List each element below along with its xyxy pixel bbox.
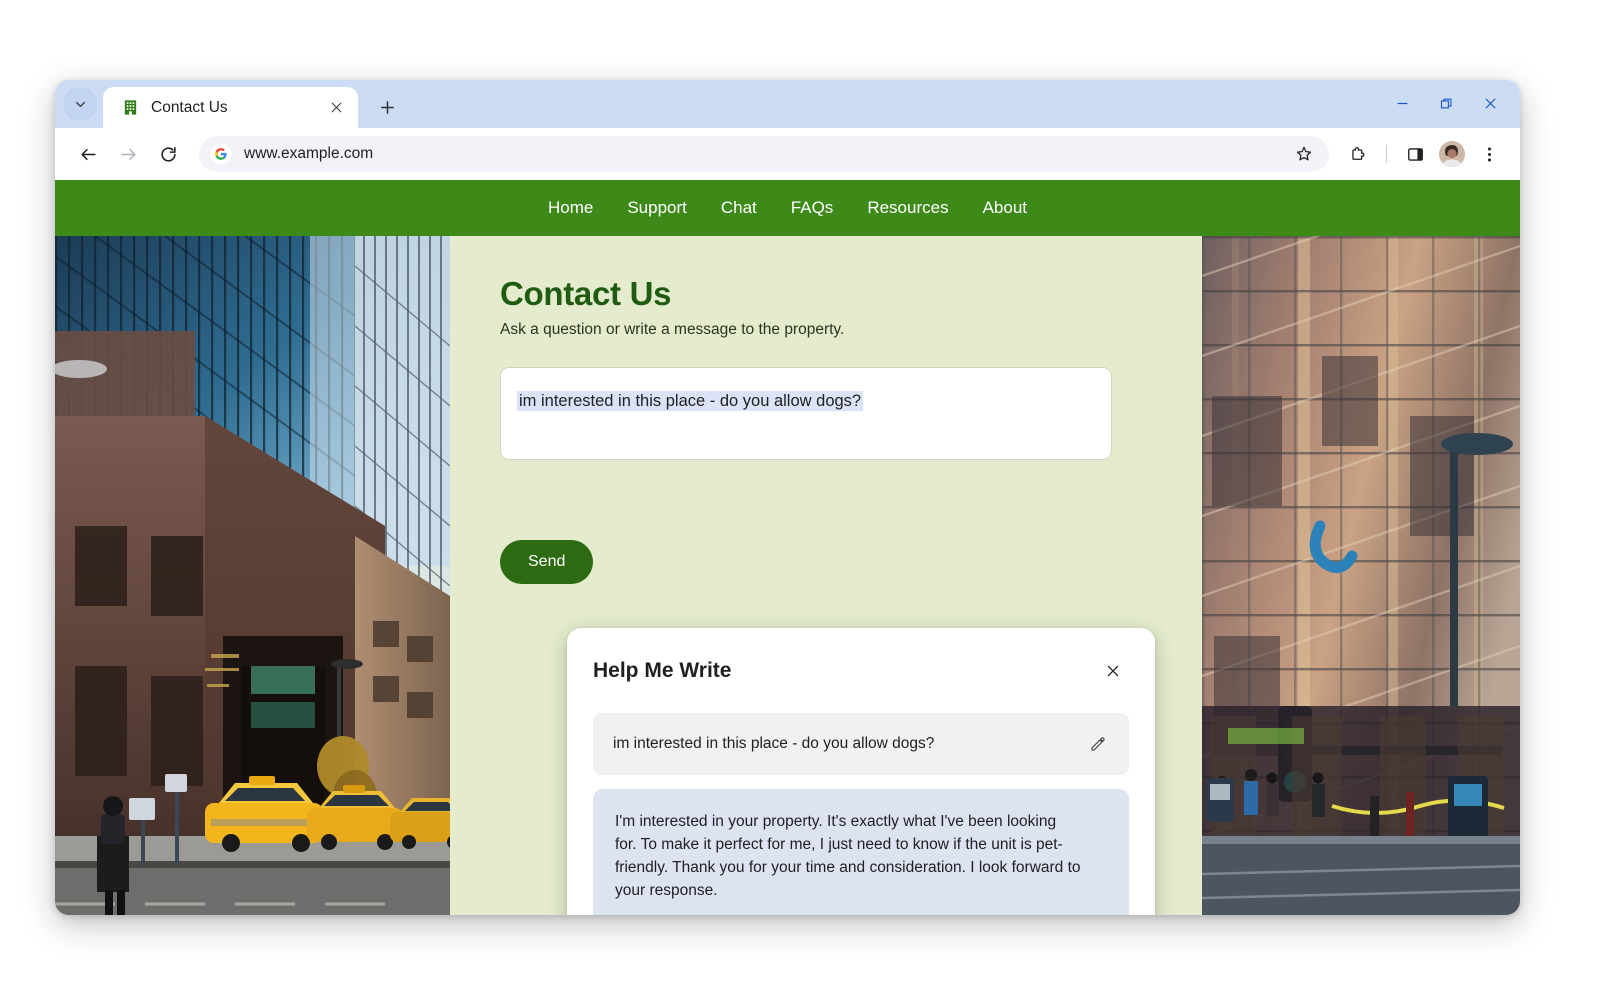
window-close-button[interactable] [1470,86,1510,120]
tab-close-button[interactable] [324,96,348,120]
generated-result-text: I'm interested in your property. It's ex… [615,813,1081,899]
pencil-icon [1091,737,1105,751]
browser-tab-contact-us[interactable]: Contact Us [103,87,358,128]
plus-icon [380,100,394,114]
avatar[interactable] [1439,141,1465,167]
bookmark-star-button[interactable] [1287,137,1321,171]
nav-item-chat[interactable]: Chat [704,198,774,218]
page-title: Contact Us [500,275,672,312]
message-textarea-value: im interested in this place - do you all… [517,391,864,411]
side-panel-icon [1407,147,1423,161]
building-icon [124,100,137,115]
forward-button[interactable] [109,135,147,173]
edit-prompt-button[interactable] [1083,729,1113,759]
tab-search-button[interactable] [63,87,97,121]
close-icon [1107,665,1119,677]
address-bar[interactable]: www.example.com [199,136,1329,172]
window-close-icon [1485,98,1495,108]
nav-item-home[interactable]: Home [531,198,610,218]
message-textarea[interactable]: im interested in this place - do you all… [500,367,1112,460]
nav-item-about[interactable]: About [966,198,1044,218]
reload-icon [160,146,176,162]
page-subtitle: Ask a question or write a message to the… [500,321,845,338]
site-navigation: Home Support Chat FAQs Resources About [55,180,1520,236]
side-panel-button[interactable] [1396,135,1434,173]
city-photo-left [55,236,450,915]
back-arrow-icon [80,148,96,160]
prompt-field[interactable]: im interested in this place - do you all… [593,713,1129,775]
window-controls [1382,86,1510,120]
reload-button[interactable] [149,135,187,173]
forward-arrow-icon [120,148,136,160]
window-restore-button[interactable] [1426,86,1466,120]
window-minimize-button[interactable] [1382,86,1422,120]
minimize-icon [1397,102,1407,104]
google-g-icon [210,143,232,165]
page-viewport: Home Support Chat FAQs Resources About C… [55,180,1520,915]
city-photo-right [1160,236,1520,915]
tab-strip: Contact Us [55,80,1520,128]
extensions-button[interactable] [1339,135,1377,173]
tab-title: Contact Us [151,98,228,116]
dialog-close-button[interactable] [1097,655,1129,687]
nav-item-faqs[interactable]: FAQs [774,198,851,218]
help-me-write-dialog: Help Me Write im interested in this plac… [567,628,1155,915]
dialog-title: Help Me Write [593,659,732,682]
new-tab-button[interactable] [370,90,404,124]
prompt-value: im interested in this place - do you all… [613,735,935,752]
restore-icon [1440,98,1451,108]
address-bar-url: www.example.com [244,145,374,162]
nav-item-resources[interactable]: Resources [850,198,965,218]
puzzle-piece-icon [1351,146,1365,160]
browser-toolbar: www.example.com [55,128,1520,180]
generated-result-card: I'm interested in your property. It's ex… [593,789,1129,915]
close-icon [331,102,341,113]
nav-item-support[interactable]: Support [610,198,704,218]
help-me-write-header: Help Me Write [593,654,1129,688]
chevron-down-icon [75,101,85,107]
toolbar-divider [1386,145,1387,163]
three-dot-menu-icon [1487,146,1491,162]
browser-window: Contact Us www.example.com Home Support … [55,80,1520,915]
star-icon [1296,146,1312,161]
send-button[interactable]: Send [500,540,594,584]
browser-menu-button[interactable] [1470,135,1508,173]
back-button[interactable] [69,135,107,173]
